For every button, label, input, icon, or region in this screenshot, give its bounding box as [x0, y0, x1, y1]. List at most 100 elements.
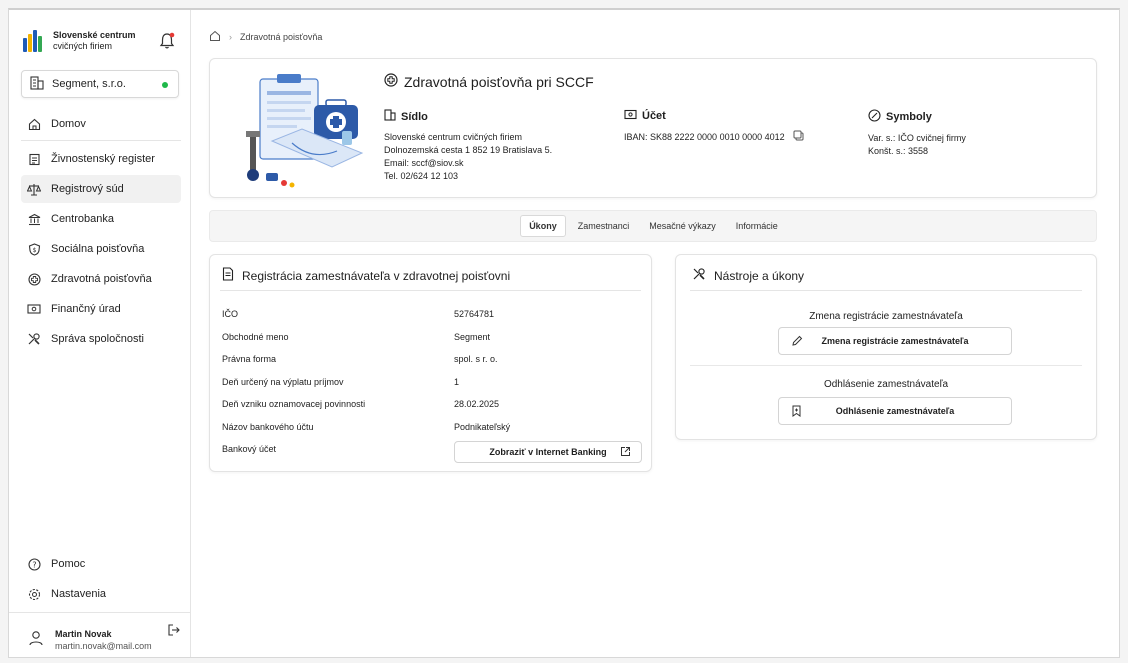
building-icon — [30, 75, 44, 93]
register-icon — [27, 152, 41, 166]
tools-title-text: Nástroje a úkony — [714, 268, 805, 283]
external-link-icon — [620, 446, 631, 459]
nav-label: Zdravotná poisťovňa — [51, 273, 152, 285]
sidebar: Slovenské centrum cvičných firiem Segmen… — [9, 10, 191, 657]
breadcrumb: › Zdravotná poisťovňa — [209, 30, 322, 44]
change-registration-button[interactable]: Zmena registrácie zamestnávateľa — [778, 327, 1012, 355]
bank-icon — [27, 212, 41, 226]
nav-item-registrovy-sud[interactable]: Registrový súd — [21, 175, 181, 203]
detail-label: Názov bankového účtu — [222, 421, 314, 432]
nav-label: Finančný úrad — [51, 303, 121, 315]
nav-item-centrobanka[interactable]: Centrobanka — [21, 205, 181, 233]
var-symbol: Var. s.: IČO cvičnej firmy — [868, 133, 966, 143]
divider — [690, 365, 1082, 366]
user-email: martin.novak@mail.com — [55, 641, 152, 651]
insurer-title-text: Zdravotná poisťovňa pri SCCF — [404, 73, 594, 90]
detail-value: 52764781 — [454, 309, 495, 320]
sidlo-line: Dolnozemská cesta 1 852 19 Bratislava 5. — [384, 145, 553, 155]
detail-label: Bankový účet — [222, 444, 277, 455]
brand[interactable]: Slovenské centrum cvičných firiem — [23, 30, 153, 52]
shield-icon: $ — [27, 242, 41, 256]
company-selector[interactable]: Segment, s.r.o. — [21, 70, 179, 98]
nav-label: Pomoc — [51, 558, 86, 570]
nav-label: Nastavenia — [51, 588, 107, 600]
pencil-icon — [791, 335, 803, 349]
insurer-info-card: Zdravotná poisťovňa pri SCCF Sídlo Slove… — [209, 58, 1097, 198]
nav-divider — [21, 140, 181, 141]
status-dot — [162, 82, 168, 88]
tools-icon — [27, 332, 41, 346]
show-internet-banking-button[interactable]: Zobraziť v Internet Banking — [454, 441, 642, 463]
button-label: Zmena registrácie zamestnávateľa — [821, 336, 969, 346]
registration-title-text: Registrácia zamestnávateľa v zdravotnej … — [242, 268, 511, 283]
logout-icon[interactable] — [167, 623, 181, 637]
home-icon — [27, 117, 41, 131]
brand-name: Slovenské centrum cvičných firiem — [53, 30, 153, 52]
sidlo-email: Email: sccf@siov.sk — [384, 158, 464, 168]
ucet-section: Účet IBAN: SK88 2222 0000 0010 0000 4012 — [624, 109, 874, 145]
nav-item-socialna-poistovna[interactable]: $ Sociálna poisťovňa — [21, 235, 181, 263]
symboly-heading: Symboly — [886, 111, 932, 123]
sidlo-line: Slovenské centrum cvičných firiem — [384, 132, 523, 142]
button-label: Zobraziť v Internet Banking — [489, 447, 607, 457]
nav-label: Sociálna poisťovňa — [51, 243, 145, 255]
nav-label: Centrobanka — [51, 213, 114, 225]
registration-panel: Registrácia zamestnávateľa v zdravotnej … — [209, 254, 652, 472]
svg-text:$: $ — [32, 247, 36, 254]
money-icon — [27, 302, 41, 316]
main-nav: Domov Živnostenský register Registrový s… — [21, 110, 181, 355]
tab-mesacne-vykazy[interactable]: Mesačné výkazy — [641, 216, 724, 236]
nav-item-zdravotna-poistovna[interactable]: Zdravotná poisťovňa — [21, 265, 181, 293]
detail-value: Segment — [454, 331, 491, 342]
user-panel[interactable]: Martin Novak martin.novak@mail.com — [9, 612, 190, 660]
divider — [690, 290, 1082, 291]
bottom-nav: ? Pomoc Nastavenia — [21, 550, 181, 610]
breadcrumb-current: Zdravotná poisťovňa — [240, 32, 323, 42]
copy-icon[interactable] — [793, 130, 804, 145]
detail-value: Podnikateľský — [454, 421, 511, 432]
insurer-title: Zdravotná poisťovňa pri SCCF — [384, 73, 594, 90]
home-icon[interactable] — [209, 30, 221, 44]
detail-label: Obchodné meno — [222, 331, 289, 342]
nav-label: Domov — [51, 118, 86, 130]
tab-zamestnanci[interactable]: Zamestnanci — [570, 216, 638, 236]
button-label: Odhlásenie zamestnávateľa — [835, 406, 955, 416]
help-icon: ? — [27, 557, 41, 571]
detail-row: Právna forma spol. s r. o. — [222, 348, 642, 371]
detail-label: IČO — [222, 309, 239, 320]
settings-icon — [27, 587, 41, 601]
nav-item-pomoc[interactable]: ? Pomoc — [21, 550, 181, 578]
nav-item-nastavenia[interactable]: Nastavenia — [21, 580, 181, 608]
nav-item-sprava-spolocnosti[interactable]: Správa spoločnosti — [21, 325, 181, 353]
sidlo-heading: Sídlo — [401, 110, 428, 123]
nav-label: Registrový súd — [51, 183, 124, 195]
sidlo-phone: Tel. 02/624 12 103 — [384, 171, 459, 181]
nav-item-financny-urad[interactable]: Finančný úrad — [21, 295, 181, 323]
iban-value: IBAN: SK88 2222 0000 0010 0000 4012 — [624, 131, 785, 142]
ucet-heading: Účet — [642, 110, 666, 122]
nav-item-zivnostensky-register[interactable]: Živnostenský register — [21, 145, 181, 173]
scales-icon — [27, 182, 41, 196]
tools-title: Nástroje a úkony — [692, 267, 804, 284]
tools-panel: Nástroje a úkony Zmena registrácie zames… — [675, 254, 1097, 440]
tab-informacie[interactable]: Informácie — [728, 216, 786, 236]
detail-row: Obchodné meno Segment — [222, 326, 642, 349]
deregistration-button[interactable]: Odhlásenie zamestnávateľa — [778, 397, 1012, 425]
bookmark-icon — [791, 405, 802, 419]
company-name: Segment, s.r.o. — [52, 78, 126, 90]
user-avatar-icon — [27, 629, 45, 647]
detail-label: Deň vzniku oznamovacej povinnosti — [222, 399, 366, 410]
tag-icon — [868, 109, 881, 126]
chevron-right-icon: › — [229, 32, 232, 42]
tab-ukony[interactable]: Úkony — [520, 215, 566, 237]
detail-label: Právna forma — [222, 354, 277, 365]
registration-title: Registrácia zamestnávateľa v zdravotnej … — [222, 267, 510, 284]
document-icon — [222, 267, 234, 284]
logo-icon — [23, 30, 43, 52]
nav-item-domov[interactable]: Domov — [21, 110, 181, 138]
detail-row: IČO 52764781 — [222, 303, 642, 326]
tools-icon — [692, 267, 706, 284]
bell-icon[interactable] — [159, 32, 175, 50]
deregistration-title: Odhlásenie zamestnávateľa — [823, 379, 949, 390]
detail-label: Deň určený na výplatu príjmov — [222, 376, 344, 387]
